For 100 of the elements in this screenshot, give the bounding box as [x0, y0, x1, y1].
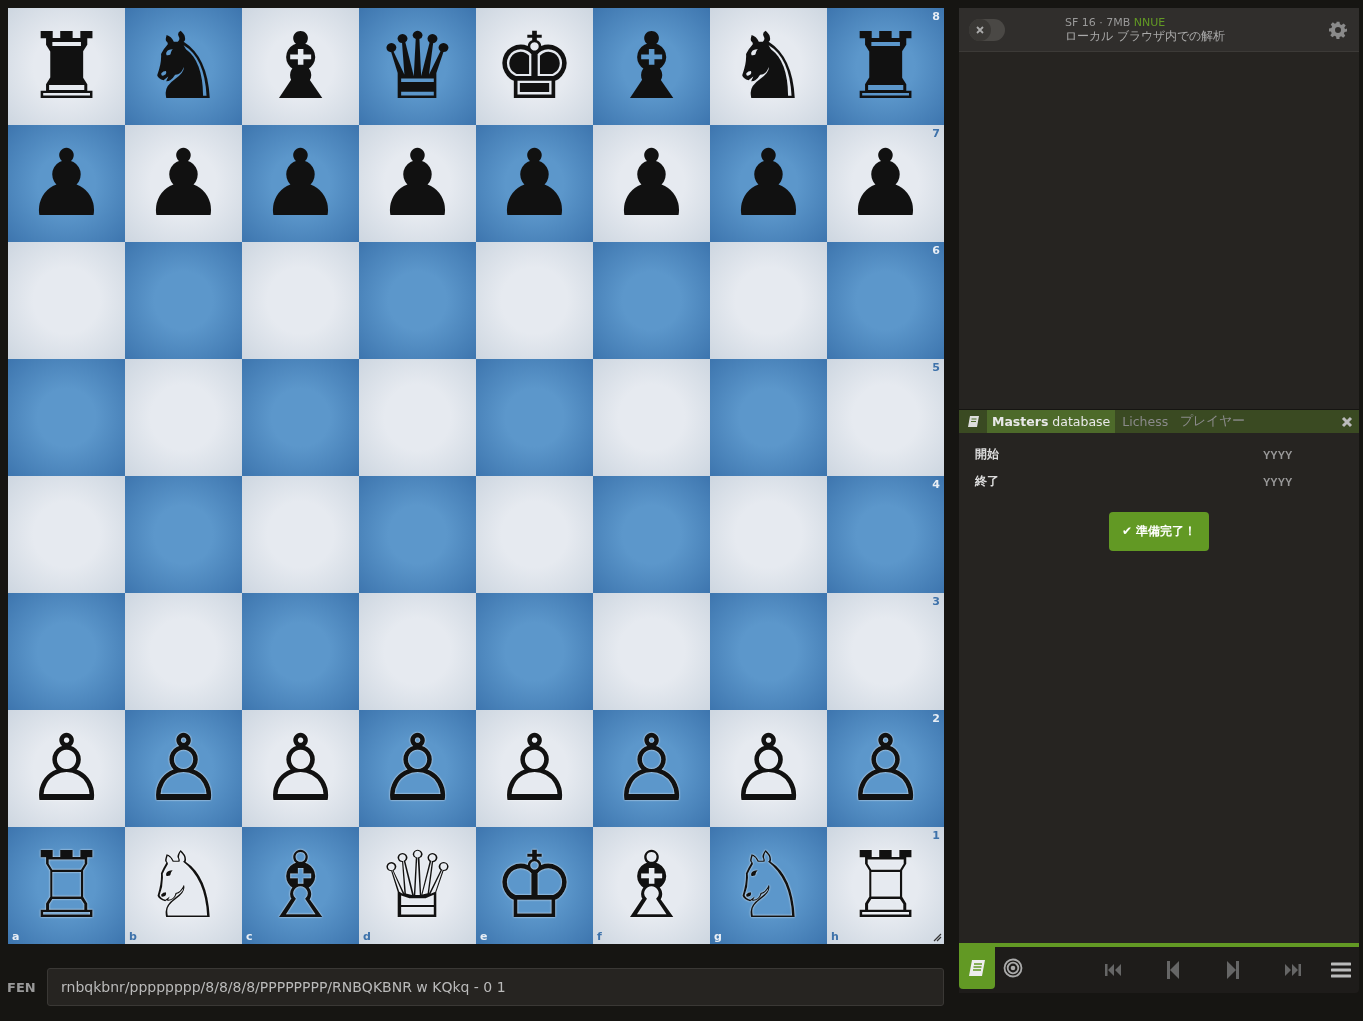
chess-piece[interactable]: ♜: [844, 20, 927, 113]
board-square[interactable]: ♙: [359, 710, 476, 827]
board-square[interactable]: 3: [827, 593, 944, 710]
board-square[interactable]: ♟: [710, 125, 827, 242]
board-square[interactable]: [242, 593, 359, 710]
chess-piece[interactable]: ♖: [844, 839, 927, 932]
board-square[interactable]: [125, 359, 242, 476]
chess-piece[interactable]: ♙: [25, 722, 108, 815]
chess-piece[interactable]: ♔: [493, 839, 576, 932]
board-square[interactable]: ♙: [8, 710, 125, 827]
board-square[interactable]: [359, 476, 476, 593]
chess-piece[interactable]: ♙: [142, 722, 225, 815]
chess-piece[interactable]: ♙: [727, 722, 810, 815]
chess-piece[interactable]: ♞: [727, 20, 810, 113]
board-square[interactable]: [359, 593, 476, 710]
explorer-tab[interactable]: Masters database: [987, 410, 1116, 433]
board-square[interactable]: 6: [827, 242, 944, 359]
settings-icon[interactable]: [1329, 20, 1347, 39]
chess-piece[interactable]: ♕: [376, 839, 459, 932]
board-square[interactable]: ♙: [593, 710, 710, 827]
chess-piece[interactable]: ♖: [25, 839, 108, 932]
board-square[interactable]: 5: [827, 359, 944, 476]
chess-piece[interactable]: ♙: [376, 722, 459, 815]
board-square[interactable]: ♝: [242, 8, 359, 125]
close-icon[interactable]: [1341, 415, 1353, 428]
board-square[interactable]: [710, 476, 827, 593]
board-square[interactable]: [710, 593, 827, 710]
board-square[interactable]: [476, 476, 593, 593]
chess-piece[interactable]: ♟: [493, 137, 576, 230]
board-square[interactable]: [476, 593, 593, 710]
board-square[interactable]: ♙: [242, 710, 359, 827]
board-square[interactable]: ♟: [242, 125, 359, 242]
file-label: f: [597, 930, 602, 943]
chess-piece[interactable]: ♙: [844, 722, 927, 815]
target-icon: [1003, 958, 1023, 978]
chess-piece[interactable]: ♞: [142, 20, 225, 113]
resize-handle-icon[interactable]: [933, 933, 942, 942]
board-square[interactable]: [125, 476, 242, 593]
board-square[interactable]: [8, 242, 125, 359]
ready-button[interactable]: ✔ 準備完了！: [1108, 512, 1210, 551]
chess-piece[interactable]: ♝: [259, 20, 342, 113]
board-square[interactable]: [242, 476, 359, 593]
chess-piece[interactable]: ♟: [727, 137, 810, 230]
board-square[interactable]: [125, 593, 242, 710]
board-square[interactable]: ♟: [8, 125, 125, 242]
chess-piece[interactable]: ♙: [493, 722, 576, 815]
engine-toggle[interactable]: [969, 18, 1005, 41]
board-square[interactable]: [8, 359, 125, 476]
board-square[interactable]: [242, 359, 359, 476]
year-input-field[interactable]: YYYY: [1261, 447, 1315, 462]
chess-piece[interactable]: ♗: [610, 839, 693, 932]
board-square[interactable]: [593, 476, 710, 593]
board-square[interactable]: 4: [827, 476, 944, 593]
chess-piece[interactable]: ♜: [25, 20, 108, 113]
chess-piece[interactable]: ♟: [25, 137, 108, 230]
chess-piece[interactable]: ♟: [844, 137, 927, 230]
chess-piece[interactable]: ♗: [259, 839, 342, 932]
board-square[interactable]: [8, 476, 125, 593]
board-square[interactable]: [359, 242, 476, 359]
chess-piece[interactable]: ♛: [376, 20, 459, 113]
file-label: b: [129, 930, 137, 943]
board-square[interactable]: ♜: [8, 8, 125, 125]
board-square[interactable]: [242, 242, 359, 359]
board-square[interactable]: ♞: [710, 8, 827, 125]
board-square[interactable]: ♟: [593, 125, 710, 242]
chess-piece[interactable]: ♙: [610, 722, 693, 815]
board-square[interactable]: ♙: [125, 710, 242, 827]
chess-piece[interactable]: ♟: [142, 137, 225, 230]
board-square[interactable]: ♚: [476, 8, 593, 125]
menu-icon: [1331, 962, 1351, 978]
board-square[interactable]: ♟: [476, 125, 593, 242]
board-square[interactable]: [593, 242, 710, 359]
board-square[interactable]: [593, 593, 710, 710]
board-square[interactable]: [125, 242, 242, 359]
board-square[interactable]: ♙: [476, 710, 593, 827]
board-square[interactable]: ♛: [359, 8, 476, 125]
board-square[interactable]: [8, 593, 125, 710]
board-square[interactable]: [593, 359, 710, 476]
board-square[interactable]: [476, 242, 593, 359]
board-square[interactable]: ♞: [125, 8, 242, 125]
rank-label: 4: [932, 478, 940, 491]
year-input-field[interactable]: YYYY: [1261, 474, 1315, 489]
chess-piece[interactable]: ♟: [259, 137, 342, 230]
board-square[interactable]: ♙: [710, 710, 827, 827]
chess-piece[interactable]: ♘: [727, 839, 810, 932]
chess-piece[interactable]: ♝: [610, 20, 693, 113]
chess-piece[interactable]: ♟: [610, 137, 693, 230]
fen-input-field[interactable]: rnbqkbnr/pppppppp/8/8/8/8/PPPPPPPP/RNBQKBNR w KQkq - 0 1: [47, 968, 944, 1006]
board-square[interactable]: [710, 242, 827, 359]
chess-piece[interactable]: ♚: [493, 20, 576, 113]
chess-piece[interactable]: ♘: [142, 839, 225, 932]
fen-label: FEN: [6, 979, 37, 995]
chess-piece[interactable]: ♙: [259, 722, 342, 815]
board-square[interactable]: [710, 359, 827, 476]
board-square[interactable]: [476, 359, 593, 476]
board-square[interactable]: ♟: [359, 125, 476, 242]
chess-piece[interactable]: ♟: [376, 137, 459, 230]
board-square[interactable]: [359, 359, 476, 476]
board-square[interactable]: ♝: [593, 8, 710, 125]
board-square[interactable]: ♟: [125, 125, 242, 242]
